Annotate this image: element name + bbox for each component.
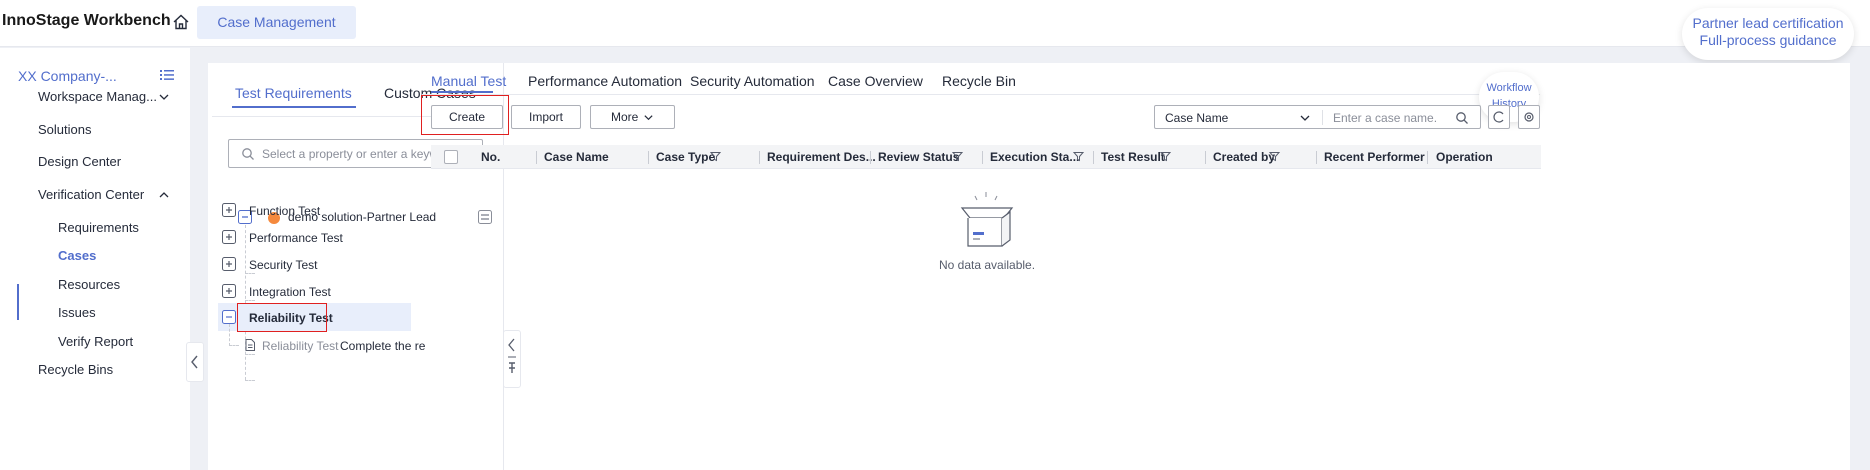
case-search[interactable]: Case Name Enter a case name. [1154, 105, 1481, 129]
case-name-input[interactable]: Enter a case name. [1333, 111, 1437, 125]
search-icon[interactable] [1455, 111, 1469, 125]
sidebar-item-design-center[interactable]: Design Center [38, 154, 121, 169]
refresh-icon [1493, 111, 1504, 123]
column-created-by[interactable]: Created by [1213, 150, 1275, 164]
sidebar-item-workspace[interactable]: Workspace Manag... [38, 89, 157, 104]
column-review-status[interactable]: Review Status [878, 150, 959, 164]
tree-node-integration-test[interactable]: Integration Test [249, 285, 331, 299]
column-execution-status[interactable]: Execution Sta... [990, 150, 1079, 164]
tab-performance-automation[interactable]: Performance Automation [528, 73, 682, 89]
tree-node-security-test[interactable]: Security Test [249, 258, 317, 272]
expand-icon[interactable] [222, 284, 236, 298]
chevron-up-icon[interactable] [158, 189, 170, 201]
chevron-left-icon [191, 355, 198, 369]
column-operation: Operation [1436, 150, 1493, 164]
refresh-button[interactable] [1488, 105, 1510, 129]
tab-case-overview[interactable]: Case Overview [828, 73, 923, 89]
tab-case-management[interactable]: Case Management [197, 6, 356, 39]
column-no: No. [481, 150, 501, 164]
more-button[interactable]: More [590, 105, 675, 129]
sidebar-item-verify-report[interactable]: Verify Report [58, 334, 133, 349]
sidebar-item-recycle-bins[interactable]: Recycle Bins [38, 362, 113, 377]
chevron-down-icon [644, 115, 653, 121]
create-highlight [421, 95, 509, 135]
sidebar-item-resources[interactable]: Resources [58, 277, 120, 292]
search-icon [241, 147, 255, 161]
filter-icon[interactable] [1073, 151, 1084, 162]
empty-state-text: No data available. [939, 258, 1036, 272]
tab-underline [431, 91, 493, 93]
column-case-name[interactable]: Case Name [544, 150, 609, 164]
partner-line1: Partner lead certification [1692, 15, 1844, 31]
tree-leaf-name[interactable]: Reliability Test [262, 339, 338, 353]
filter-icon[interactable] [1160, 151, 1171, 162]
select-all-checkbox[interactable] [444, 150, 458, 164]
collapse-icon[interactable] [222, 310, 236, 324]
workflow-line1: Workflow [1486, 82, 1532, 94]
column-test-result[interactable]: Test Result [1101, 150, 1165, 164]
tree-node-function-test[interactable]: Function Test [249, 204, 320, 218]
document-icon [243, 338, 257, 352]
selection-outline [237, 303, 327, 332]
filter-icon[interactable] [952, 151, 963, 162]
home-icon[interactable] [172, 13, 190, 31]
empty-box-icon [946, 186, 1026, 254]
active-indicator [17, 284, 19, 320]
sidebar-item-verification-center[interactable]: Verification Center [38, 187, 144, 202]
table-header: No. Case Name Case Type Requirement Des.… [431, 145, 1541, 169]
sidebar-item-issues[interactable]: Issues [58, 305, 96, 320]
chevron-down-icon[interactable] [158, 91, 170, 103]
import-button[interactable]: Import [511, 105, 581, 129]
sidebar-item-requirements[interactable]: Requirements [58, 220, 139, 235]
column-recent-performer[interactable]: Recent Performer [1324, 150, 1425, 164]
filter-icon[interactable] [1269, 151, 1280, 162]
search-field-select[interactable]: Case Name [1165, 111, 1228, 125]
tree-node-performance-test[interactable]: Performance Test [249, 231, 343, 245]
gear-icon [1524, 112, 1534, 122]
sidebar-item-cases[interactable]: Cases [58, 248, 96, 263]
partner-line2: Full-process guidance [1699, 32, 1837, 48]
expand-icon[interactable] [222, 203, 236, 217]
sidebar-item-solutions[interactable]: Solutions [38, 122, 91, 137]
divider [422, 94, 1540, 95]
settings-button[interactable] [1518, 105, 1540, 129]
company-selector[interactable]: XX Company-... [18, 68, 117, 84]
tree-leaf-description: Complete the re [340, 339, 426, 353]
tab-manual-test[interactable]: Manual Test [431, 73, 506, 89]
search-placeholder: Select a property or enter a keyword [262, 147, 456, 161]
column-case-type[interactable]: Case Type [656, 150, 715, 164]
column-requirement-description[interactable]: Requirement Des... [767, 150, 876, 164]
partner-guidance-button[interactable]: Partner lead certification Full-process … [1682, 8, 1854, 60]
sidebar: XX Company-... Workspace Manag... Soluti… [0, 48, 190, 470]
tab-underline [232, 106, 356, 108]
menu-list-icon[interactable] [159, 67, 175, 83]
tab-recycle-bin[interactable]: Recycle Bin [942, 73, 1016, 89]
collapse-sidebar-button[interactable] [186, 342, 204, 382]
expand-icon[interactable] [222, 257, 236, 271]
filter-icon[interactable] [710, 151, 721, 162]
filter-toggle-icon[interactable] [478, 210, 492, 224]
more-label: More [611, 110, 639, 124]
chevron-down-icon[interactable] [1299, 112, 1311, 124]
app-title: InnoStage Workbench [2, 12, 171, 29]
tab-security-automation[interactable]: Security Automation [690, 73, 815, 89]
expand-icon[interactable] [222, 230, 236, 244]
tree-panel-toggle[interactable] [503, 330, 521, 388]
chevron-left-icon [508, 338, 516, 373]
tab-test-requirements[interactable]: Test Requirements [235, 85, 352, 101]
top-bar: InnoStage Workbench Case Management Part… [0, 0, 1870, 60]
